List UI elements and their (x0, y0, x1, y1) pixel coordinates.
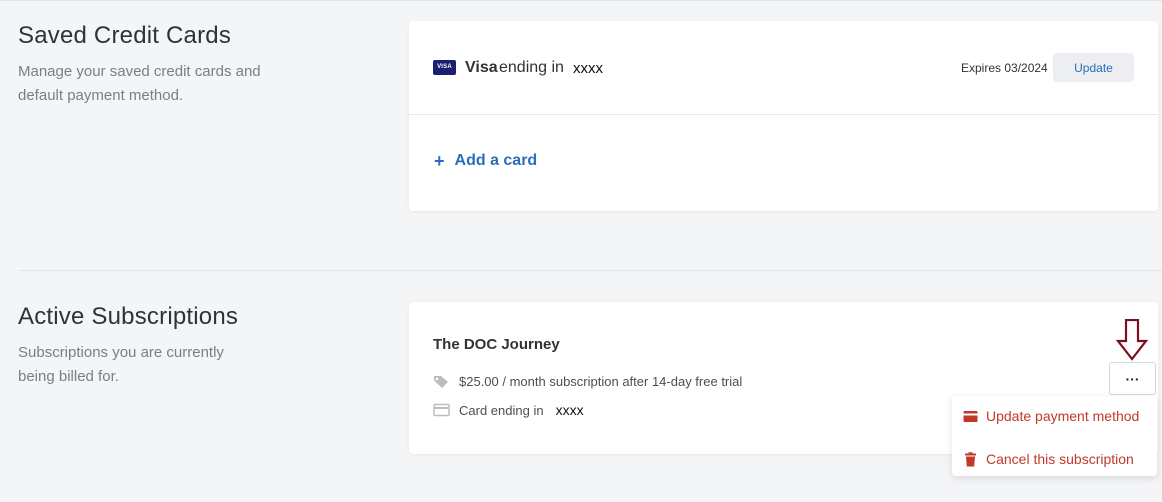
card-ending-label: ending in (499, 59, 564, 76)
subscriptions-description-line1: Subscriptions you are currently (18, 344, 224, 361)
subscription-price-line: $25.00 / month subscription after 14-day… (433, 374, 742, 389)
more-options-button[interactable]: ··· (1109, 362, 1156, 395)
card-expiry: Expires 03/2024 (961, 61, 1048, 75)
credit-card-icon (963, 409, 978, 424)
saved-cards-description: Manage your saved credit cards and defau… (18, 60, 261, 108)
section-divider (18, 270, 1162, 271)
menu-item-cancel-subscription[interactable]: Cancel this subscription (963, 451, 1134, 467)
saved-card-row: VISA Visa ending in xxxx Expires 03/2024… (409, 21, 1158, 115)
card-last4: xxxx (573, 60, 603, 77)
subscriptions-description: Subscriptions you are currently being bi… (18, 341, 224, 389)
subscriptions-title: Active Subscriptions (18, 303, 239, 330)
plus-icon: + (434, 151, 445, 171)
subscription-options-menu: Update payment method Cancel this subscr… (952, 396, 1157, 476)
subscription-name: The DOC Journey (433, 336, 560, 353)
subscription-card-line: Card ending in xxxx (433, 402, 584, 418)
tag-icon (433, 375, 450, 389)
subscription-card-label: Card ending in (459, 402, 544, 418)
saved-cards-description-line1: Manage your saved credit cards and (18, 63, 261, 80)
saved-cards-panel: VISA Visa ending in xxxx Expires 03/2024… (409, 21, 1158, 211)
menu-item-update-payment[interactable]: Update payment method (963, 408, 1139, 424)
saved-cards-title: Saved Credit Cards (18, 22, 232, 49)
top-divider (0, 0, 1162, 1)
visa-logo-icon: VISA (433, 60, 456, 75)
card-brand: Visa (465, 59, 498, 76)
add-card-label: Add a card (454, 152, 538, 169)
credit-card-icon (433, 403, 450, 417)
menu-item-cancel-label: Cancel this subscription (986, 451, 1134, 467)
saved-cards-description-line2: default payment method. (18, 87, 184, 104)
subscription-card-last4: xxxx (555, 402, 584, 418)
trash-icon (963, 451, 978, 467)
subscriptions-description-line2: being billed for. (18, 368, 119, 385)
add-card-link[interactable]: + Add a card (434, 152, 537, 170)
menu-item-update-payment-label: Update payment method (986, 408, 1140, 424)
update-card-button[interactable]: Update (1053, 53, 1134, 82)
subscription-price: $25.00 / month subscription after 14-day… (459, 374, 743, 389)
down-arrow-icon (1116, 319, 1148, 361)
